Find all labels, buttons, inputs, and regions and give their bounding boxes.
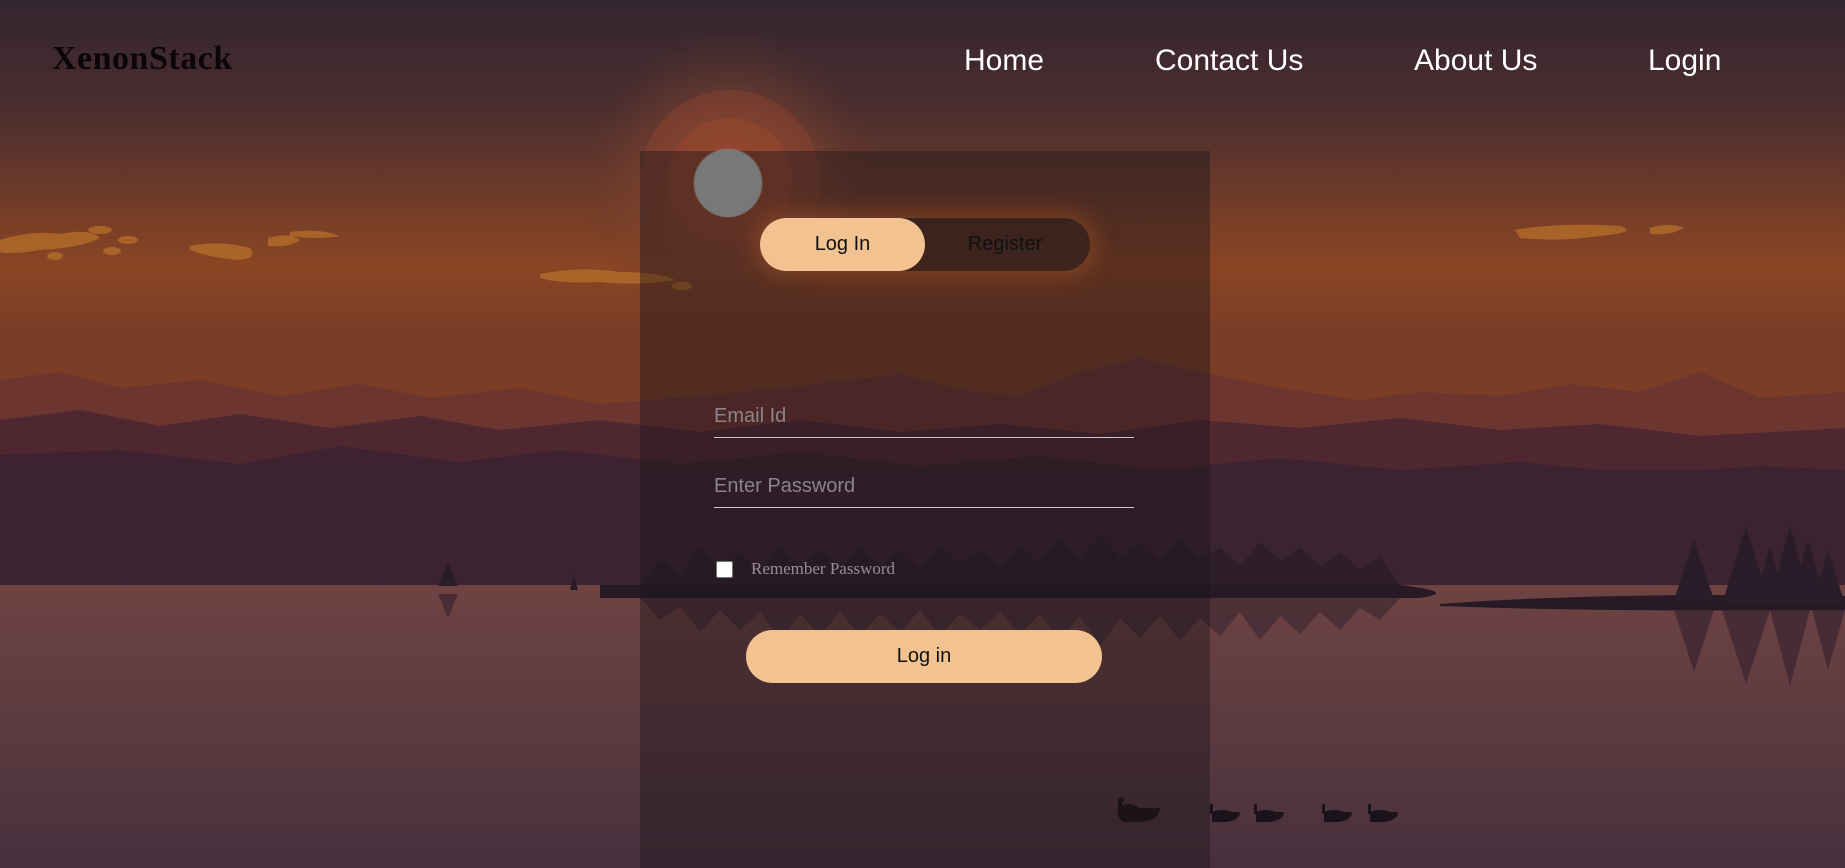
nav-login-link[interactable]: Login [1648,44,1721,78]
remember-password-label: Remember Password [751,559,896,578]
nav-contact-link[interactable]: Contact Us [1155,44,1303,78]
tab-register[interactable]: Register [920,218,1090,271]
tab-login[interactable]: Log In [760,218,925,271]
login-form-panel: Log In Register Remember Password Log in [640,149,1210,868]
nav-about-link[interactable]: About Us [1414,44,1537,78]
brand-logo[interactable]: XenonStack [52,40,233,78]
email-field[interactable] [714,395,1134,438]
top-navbar: XenonStack Home Contact Us About Us Logi… [0,0,1845,125]
remember-password-row: Remember Password [716,559,895,579]
auth-tab-toggle: Log In Register [760,218,1090,271]
nav-home-link[interactable]: Home [964,44,1044,78]
remember-password-checkbox[interactable] [716,560,733,578]
login-submit-button[interactable]: Log in [746,630,1102,683]
password-field[interactable] [714,465,1134,508]
avatar [694,149,762,217]
